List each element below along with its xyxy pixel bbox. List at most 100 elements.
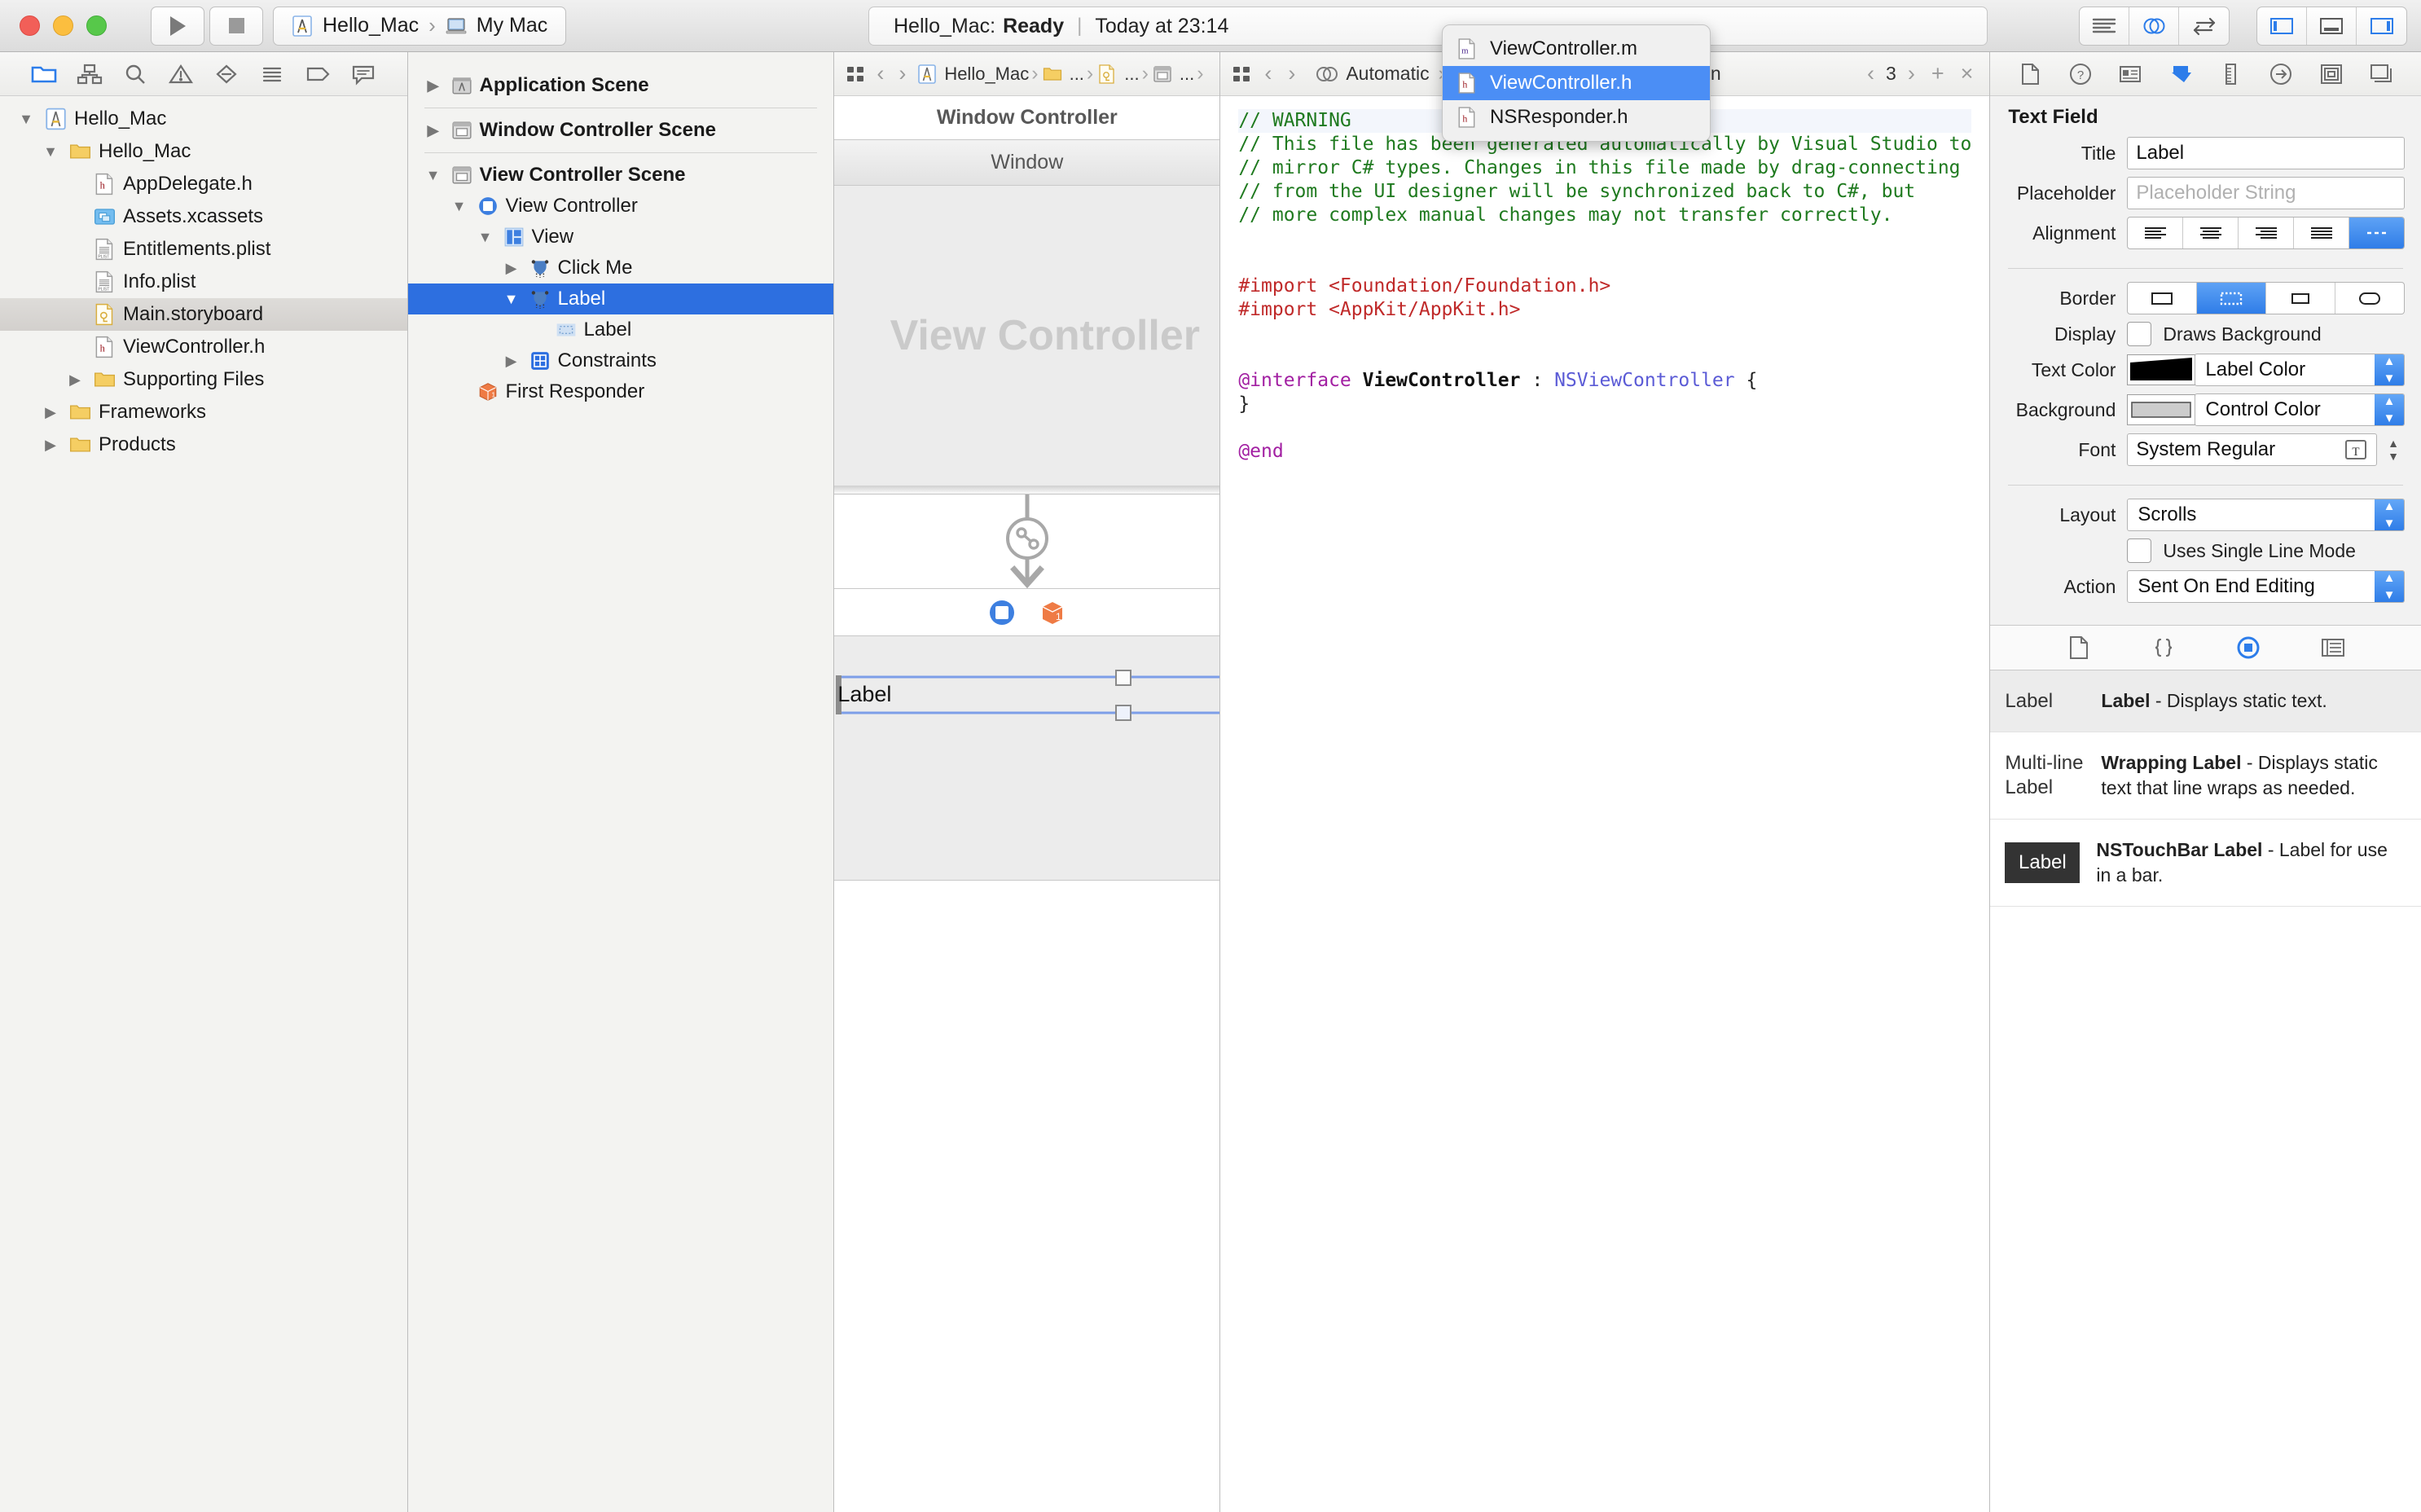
file-row-hello-mac[interactable]: ▼ Hello_Mac (0, 135, 407, 168)
border-square-icon[interactable] (2266, 283, 2336, 314)
previous-issue-button[interactable]: ‹ (1862, 61, 1879, 86)
toggle-debug-area-button[interactable] (2307, 7, 2357, 45)
issue-navigator-icon[interactable] (162, 57, 200, 91)
code-text-area[interactable]: // WARNING// This file has been generate… (1220, 96, 1989, 1512)
standard-editor-button[interactable] (2080, 7, 2129, 45)
related-items-icon[interactable] (1232, 64, 1253, 84)
align-justify-icon[interactable] (2294, 218, 2350, 248)
find-navigator-icon[interactable] (116, 57, 154, 91)
close-editor-button[interactable]: × (1956, 61, 1979, 86)
file-row-appdelegate-h[interactable]: h AppDelegate.h (0, 168, 407, 200)
bindings-inspector-icon[interactable] (2313, 58, 2349, 90)
stepper-icon[interactable]: ▲ ▼ (2375, 571, 2404, 602)
disclosure-triangle[interactable]: ▶ (423, 77, 444, 94)
segue-icon[interactable] (834, 494, 1219, 589)
background-color-swatch[interactable] (2127, 394, 2196, 425)
code-snippet-library-icon[interactable] (2146, 631, 2182, 664)
view-controller-canvas[interactable]: Label (834, 636, 1220, 881)
disclosure-triangle[interactable]: ▼ (40, 143, 61, 160)
disclosure-triangle[interactable]: ▼ (15, 111, 37, 128)
library-item[interactable]: Multi-line Label Wrapping Label - Displa… (1990, 732, 2421, 820)
close-window-button[interactable] (20, 15, 40, 36)
storyboard-canvas[interactable]: Window Controller Window View Controller (834, 96, 1220, 1512)
layout-popup[interactable]: Scrolls ▲ ▼ (2127, 499, 2405, 531)
add-editor-button[interactable]: + (1927, 61, 1949, 86)
text-color-swatch[interactable] (2127, 354, 2196, 385)
counterparts-icon[interactable] (1315, 64, 1339, 84)
disclosure-triangle[interactable]: ▼ (423, 167, 444, 184)
file-row-products[interactable]: ▶ Products (0, 429, 407, 461)
disclosure-triangle[interactable]: ▼ (501, 291, 522, 308)
border-line-icon[interactable] (2128, 283, 2198, 314)
font-panel-icon[interactable]: T (2344, 438, 2368, 461)
toggle-navigator-button[interactable] (2257, 7, 2307, 45)
editor-forward-button[interactable]: › (1283, 61, 1300, 86)
related-items-icon[interactable] (846, 64, 867, 84)
dropdown-item-viewcontroller-h[interactable]: h ViewController.h (1443, 66, 1710, 100)
editor-back-button[interactable]: ‹ (1259, 61, 1276, 86)
file-row-entitlements-plist[interactable]: PLIST Entitlements.plist (0, 233, 407, 266)
border-rounded-icon[interactable] (2335, 283, 2404, 314)
jump-forward-button[interactable]: › (894, 61, 911, 86)
disclosure-triangle[interactable]: ▶ (501, 260, 522, 277)
outline-row-application-scene[interactable]: ▶ Application Scene (408, 70, 834, 101)
placeholder-input[interactable]: Placeholder String (2127, 177, 2405, 209)
library-item[interactable]: Label NSTouchBar Label - Label for use i… (1990, 820, 2421, 907)
breadcrumb-item[interactable]: ... (1151, 61, 1194, 87)
file-row-frameworks[interactable]: ▶ Frameworks (0, 396, 407, 429)
breadcrumb-item[interactable]: ... (1096, 61, 1140, 87)
assistant-editor-button[interactable] (2129, 7, 2179, 45)
stepper-icon[interactable]: ▲ ▼ (2375, 394, 2404, 425)
quick-help-icon[interactable]: ? (2063, 58, 2098, 90)
run-button[interactable] (151, 6, 204, 46)
disclosure-triangle[interactable]: ▶ (64, 371, 86, 389)
project-navigator-icon[interactable] (25, 57, 63, 91)
counterparts-label[interactable]: Automatic (1346, 63, 1429, 85)
attributes-inspector-icon[interactable] (2163, 58, 2199, 90)
outline-row-view-controller[interactable]: ▼ View Controller (408, 191, 834, 222)
stepper-icon[interactable]: ▲ ▼ (2375, 354, 2404, 385)
align-natural-icon[interactable] (2349, 218, 2404, 248)
object-library-icon[interactable] (2230, 631, 2266, 664)
library-item[interactable]: Label Label - Displays static text. (1990, 670, 2421, 732)
version-editor-button[interactable] (2179, 7, 2229, 45)
action-popup[interactable]: Sent On End Editing ▲ ▼ (2127, 570, 2405, 603)
debug-navigator-icon[interactable] (253, 57, 291, 91)
file-inspector-icon[interactable] (2012, 58, 2048, 90)
file-row-viewcontroller-h[interactable]: h ViewController.h (0, 331, 407, 363)
window-preview[interactable]: Window View Controller (834, 140, 1220, 494)
view-effects-inspector-icon[interactable] (2363, 58, 2399, 90)
view-controller-icon[interactable] (988, 599, 1016, 626)
breakpoint-navigator-icon[interactable] (299, 57, 336, 91)
document-outline[interactable]: ▶ Application Scene ▶ Window Controller S… (407, 52, 835, 1512)
project-file-tree[interactable]: ▼ Hello_Mac ▼ Hello_Mac h AppDelegate.h Ass… (0, 96, 407, 1512)
align-center-icon[interactable] (2183, 218, 2239, 248)
disclosure-triangle[interactable]: ▶ (40, 404, 61, 421)
outline-row-label[interactable]: ▼ Label (407, 284, 834, 314)
disclosure-triangle[interactable]: ▶ (501, 353, 522, 370)
file-counterpart-dropdown[interactable]: m ViewController.m h ViewController.h h NSR… (1442, 24, 1711, 142)
disclosure-triangle[interactable]: ▼ (449, 198, 470, 215)
size-inspector-icon[interactable] (2212, 58, 2248, 90)
test-navigator-icon[interactable] (208, 57, 245, 91)
stop-button[interactable] (209, 6, 263, 46)
file-row-supporting-files[interactable]: ▶ Supporting Files (0, 363, 407, 396)
outline-row-window-controller-scene[interactable]: ▶ Window Controller Scene (408, 115, 834, 146)
file-row-assets-xcassets[interactable]: Assets.xcassets (0, 200, 407, 233)
draws-background-checkbox[interactable] (2127, 322, 2152, 346)
disclosure-triangle[interactable]: ▶ (40, 437, 61, 454)
next-issue-button[interactable]: › (1903, 61, 1920, 86)
outline-row-constraints[interactable]: ▶ Constraints (408, 345, 834, 376)
uses-single-line-mode-checkbox[interactable] (2127, 538, 2152, 563)
font-input[interactable]: System Regular T (2127, 433, 2377, 466)
breadcrumb-item[interactable]: Hello_Mac (916, 61, 1029, 87)
title-input[interactable]: Label (2127, 137, 2405, 169)
stepper-icon[interactable]: ▲ ▼ (2375, 499, 2404, 530)
align-left-icon[interactable] (2128, 218, 2184, 248)
outline-row-click-me[interactable]: ▶ Click Me (408, 253, 834, 284)
media-library-icon[interactable] (2315, 631, 2351, 664)
source-control-navigator-icon[interactable] (71, 57, 108, 91)
outline-row-first-responder[interactable]: 1 First Responder (408, 376, 834, 407)
connections-inspector-icon[interactable] (2263, 58, 2299, 90)
minimize-window-button[interactable] (53, 15, 73, 36)
